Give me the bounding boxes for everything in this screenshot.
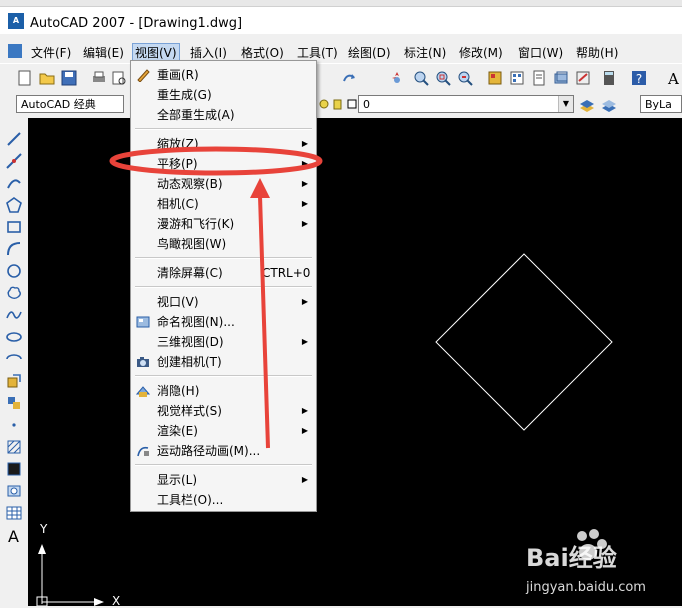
watermark-brand: Bai经验 (526, 544, 617, 572)
baidu-watermark: Bai经验 jingyan.baidu.com (526, 524, 676, 604)
watermark-url: jingyan.baidu.com (526, 580, 646, 595)
annotation-arrowhead (250, 178, 270, 198)
highlight-ellipse (109, 146, 323, 176)
annotation-arrow (258, 195, 270, 449)
annotation-overlay (109, 146, 323, 449)
